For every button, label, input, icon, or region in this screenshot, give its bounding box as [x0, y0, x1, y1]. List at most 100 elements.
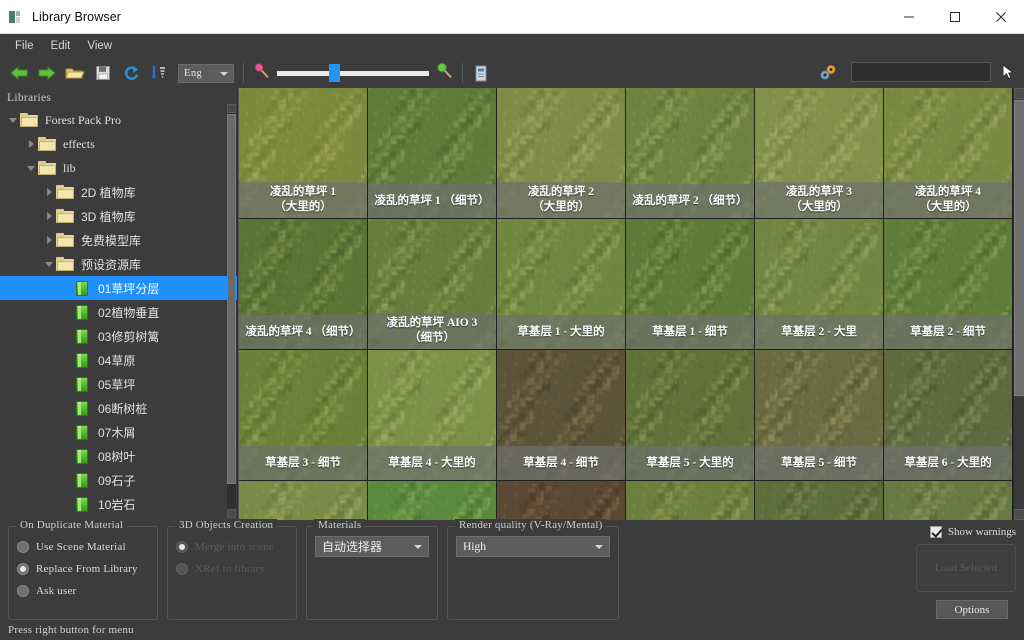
menu-edit[interactable]: Edit	[43, 38, 80, 55]
thumbnail-cell[interactable]: 草基层 6 - 大里的	[884, 350, 1013, 481]
thumbnail-cell[interactable]: 草基层 2 - 大里	[755, 219, 884, 350]
thumbnail-cell[interactable]: 凌乱的草坪 2 （大里的）	[497, 88, 626, 219]
radio-replace-from-library[interactable]: Replace From Library	[17, 558, 149, 580]
save-button[interactable]	[90, 61, 116, 85]
thumbnail-cell[interactable]: 凌乱的草坪 1 （大里的）	[239, 88, 368, 219]
cursor-icon[interactable]	[1000, 63, 1018, 81]
chevron-right-icon[interactable]	[42, 228, 56, 252]
tree-item-5[interactable]: 免费模型库	[0, 228, 237, 252]
thumbnail-cell[interactable]	[368, 481, 497, 520]
thumbnail-cell[interactable]	[497, 481, 626, 520]
tree-item-3[interactable]: 2D 植物库	[0, 180, 237, 204]
thumbnail-cell[interactable]: 草基层 4 - 大里的	[368, 350, 497, 481]
sidebar-scroll-thumb[interactable]	[227, 114, 236, 484]
chevron-down-icon[interactable]	[42, 252, 56, 276]
thumbnail-size-slider[interactable]	[277, 71, 429, 76]
twisty-spacer	[60, 420, 74, 444]
chevron-right-icon[interactable]	[24, 132, 38, 156]
thumbnail-cell[interactable]: 凌乱的草坪 4 （大里的）	[884, 88, 1013, 219]
library-tree[interactable]: Forest Pack Pro effectslib2D 植物库3D 植物库免费模…	[0, 108, 237, 520]
materials-select[interactable]: 自动选择器	[315, 536, 429, 557]
thumbnail-cell[interactable]: 草基层 2 - 细节	[884, 219, 1013, 350]
thumbnail-caption: 凌乱的草坪 2 （细节）	[626, 184, 754, 218]
tree-item-14[interactable]: 08树叶	[0, 444, 237, 468]
tree-item-1[interactable]: effects	[0, 132, 237, 156]
thumbnail-cell[interactable]: 草基层 5 - 大里的	[626, 350, 755, 481]
refresh-button[interactable]	[118, 61, 144, 85]
forward-button[interactable]	[34, 61, 60, 85]
library-item-icon	[74, 328, 91, 345]
sidebar-vertical-scrollbar[interactable]	[227, 104, 236, 518]
tree-item-label: Forest Pack Pro	[45, 113, 121, 128]
tree-item-13[interactable]: 07木屑	[0, 420, 237, 444]
menu-view[interactable]: View	[79, 38, 121, 55]
thumbnail-cell[interactable]: 凌乱的草坪 AIO 3 （细节）	[368, 219, 497, 350]
scroll-up-button[interactable]	[227, 104, 236, 113]
radio-use-scene-material[interactable]: Use Scene Material	[17, 536, 149, 558]
slider-thumb[interactable]	[329, 64, 340, 82]
options-button[interactable]: Options	[936, 600, 1008, 619]
thumbnail-cell[interactable]: 草基层 1 - 细节	[626, 219, 755, 350]
show-warnings-label: Show warnings	[948, 526, 1016, 538]
chevron-down-icon[interactable]	[24, 156, 38, 180]
thumbnail-cell[interactable]	[239, 481, 368, 520]
bottom-options-panel: On Duplicate Material Use Scene Material…	[0, 520, 1024, 620]
tree-item-11[interactable]: 05草坪	[0, 372, 237, 396]
window-controls	[886, 0, 1024, 34]
grid-scroll-up-button[interactable]	[1014, 88, 1024, 99]
chevron-right-icon[interactable]	[42, 180, 56, 204]
thumbnail-cell[interactable]: 凌乱的草坪 2 （细节）	[626, 88, 755, 219]
tree-item-16[interactable]: 10岩石	[0, 492, 237, 516]
twisty-spacer	[60, 324, 74, 348]
tree-item-9[interactable]: 03修剪树篱	[0, 324, 237, 348]
thumbnail-cell[interactable]: 草基层 1 - 大里的	[497, 219, 626, 350]
tree-item-4[interactable]: 3D 植物库	[0, 204, 237, 228]
radio-indicator	[17, 563, 29, 575]
grid-scroll-thumb[interactable]	[1014, 100, 1024, 396]
thumbnail-cell[interactable]	[884, 481, 1013, 520]
show-warnings-checkbox[interactable]: Show warnings	[930, 526, 1016, 538]
search-input[interactable]	[851, 62, 991, 82]
open-folder-button[interactable]	[62, 61, 88, 85]
tree-item-10[interactable]: 04草原	[0, 348, 237, 372]
thumbnail-cell[interactable]: 草基层 5 - 细节	[755, 350, 884, 481]
toolbar-right-group	[818, 62, 1018, 82]
language-select[interactable]: Eng	[178, 64, 234, 83]
minimize-button[interactable]	[886, 0, 932, 34]
thumbnail-cell[interactable]: 草基层 4 - 细节	[497, 350, 626, 481]
thumbnail-cell[interactable]: 凌乱的草坪 4 （细节）	[239, 219, 368, 350]
details-view-button[interactable]	[468, 61, 494, 85]
folder-icon	[56, 209, 75, 224]
status-bar: Press right button for menu	[0, 620, 1024, 640]
tree-item-label: 10岩石	[98, 496, 135, 513]
tree-item-7[interactable]: 01草坪分层	[0, 276, 237, 300]
thumbnail-cell[interactable]: 凌乱的草坪 1 （细节）	[368, 88, 497, 219]
grid-scroll-down-button[interactable]	[1014, 509, 1024, 520]
back-button[interactable]	[6, 61, 32, 85]
thumbnail-grid[interactable]: 凌乱的草坪 1 （大里的）凌乱的草坪 1 （细节）凌乱的草坪 2 （大里的）凌乱…	[239, 88, 1013, 520]
sort-button[interactable]	[146, 61, 172, 85]
tree-item-15[interactable]: 09石子	[0, 468, 237, 492]
library-item-icon	[74, 400, 91, 417]
thumbnail-cell[interactable]	[755, 481, 884, 520]
settings-icon[interactable]	[818, 64, 837, 81]
scroll-down-button[interactable]	[227, 509, 236, 518]
thumbnail-cell[interactable]: 凌乱的草坪 3 （大里的）	[755, 88, 884, 219]
thumbnail-cell[interactable]: 草基层 3 - 细节	[239, 350, 368, 481]
tree-item-0[interactable]: Forest Pack Pro	[0, 108, 237, 132]
tree-item-8[interactable]: 02植物垂直	[0, 300, 237, 324]
close-button[interactable]	[978, 0, 1024, 34]
radio-label: Use Scene Material	[36, 541, 126, 553]
thumbnail-cell[interactable]	[626, 481, 755, 520]
maximize-button[interactable]	[932, 0, 978, 34]
chevron-down-icon[interactable]	[6, 108, 20, 132]
thumbnail-caption: 草基层 1 - 大里的	[497, 315, 625, 349]
render-quality-select[interactable]: High	[456, 536, 610, 557]
grid-vertical-scrollbar[interactable]	[1013, 88, 1024, 520]
tree-item-6[interactable]: 预设资源库	[0, 252, 237, 276]
menu-file[interactable]: File	[7, 38, 43, 55]
tree-item-12[interactable]: 06断树桩	[0, 396, 237, 420]
chevron-right-icon[interactable]	[42, 204, 56, 228]
tree-item-2[interactable]: lib	[0, 156, 237, 180]
radio-ask-user[interactable]: Ask user	[17, 580, 149, 602]
